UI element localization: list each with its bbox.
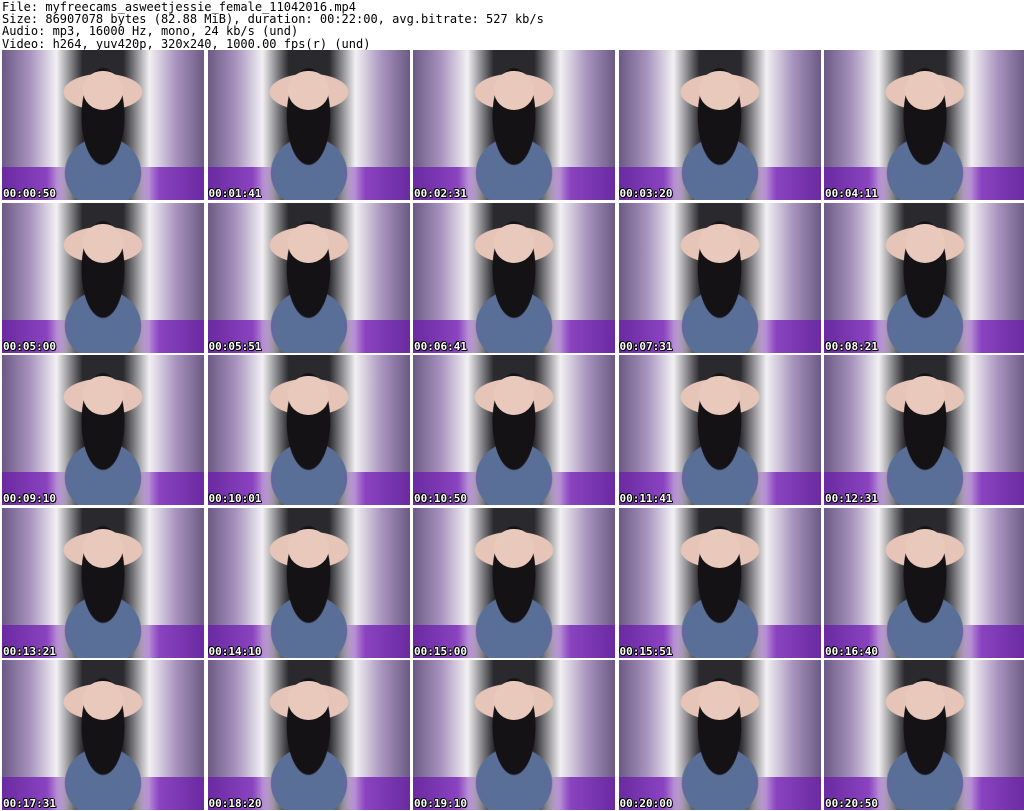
timestamp-label: 00:07:31: [619, 339, 673, 353]
frame-image: [493, 528, 535, 568]
timestamp-label: 00:20:50: [825, 797, 878, 810]
frame-image: [288, 528, 329, 568]
thumbnail-frame[interactable]: 00:17:31: [2, 660, 204, 810]
frame-image: [904, 376, 946, 415]
timestamp-label: 00:05:51: [208, 339, 262, 353]
thumbnail-frame[interactable]: 00:08:21: [824, 202, 1024, 353]
timestamp-label: 00:10:01: [208, 492, 262, 505]
frame-image: [288, 681, 329, 720]
timestamp-label: 00:19:10: [414, 797, 467, 810]
frame-image: [699, 71, 740, 110]
frame-image: [699, 528, 740, 568]
frame-image: [493, 376, 535, 415]
thumbnail-frame[interactable]: 00:01:41: [207, 50, 410, 200]
thumbnail-grid: 00:00:50 00:01:41 00:02:31 00:03:20 00:0…: [2, 50, 1024, 810]
thumbnail-frame[interactable]: 00:04:11: [824, 50, 1024, 200]
timestamp-label: 00:03:20: [619, 187, 673, 200]
audio-info-line: Audio: mp3, 16000 Hz, mono, 24 kb/s (und…: [2, 24, 299, 39]
thumbnail-frame[interactable]: 00:05:00: [2, 202, 204, 353]
thumbnail-frame[interactable]: 00:00:50: [2, 50, 204, 200]
timestamp-label: 00:10:50: [414, 492, 467, 505]
thumbnail-frame[interactable]: 00:15:51: [618, 507, 821, 658]
frame-image: [904, 528, 946, 568]
frame-image: [82, 223, 124, 263]
timestamp-label: 00:02:31: [414, 187, 467, 200]
timestamp-label: 00:20:00: [619, 797, 673, 810]
thumbnail-frame[interactable]: 00:14:10: [207, 507, 410, 658]
frame-image: [493, 681, 535, 720]
frame-image: [699, 681, 740, 720]
thumbnail-frame[interactable]: 00:03:20: [618, 50, 821, 200]
timestamp-label: 00:11:41: [619, 492, 673, 505]
thumbnail-frame[interactable]: 00:10:01: [207, 355, 410, 505]
timestamp-label: 00:00:50: [3, 187, 56, 200]
timestamp-label: 00:12:31: [825, 492, 878, 505]
thumbnail-frame[interactable]: 00:18:20: [207, 660, 410, 810]
frame-image: [699, 376, 740, 415]
thumbnail-frame[interactable]: 00:09:10: [2, 355, 204, 505]
frame-image: [82, 71, 124, 110]
thumbnail-frame[interactable]: 00:19:10: [413, 660, 615, 810]
frame-image: [288, 376, 329, 415]
thumbnail-frame[interactable]: 00:06:41: [413, 202, 615, 353]
video-info-line: Video: h264, yuv420p, 320x240, 1000.00 f…: [2, 36, 371, 51]
frame-image: [82, 528, 124, 568]
thumbnail-frame[interactable]: 00:15:00: [413, 507, 615, 658]
thumbnail-frame[interactable]: 00:07:31: [618, 202, 821, 353]
frame-image: [493, 71, 535, 110]
thumbnail-frame[interactable]: 00:20:00: [618, 660, 821, 810]
frame-image: [288, 71, 329, 110]
thumbnail-frame[interactable]: 00:13:21: [2, 507, 204, 658]
frame-image: [904, 681, 946, 720]
thumbnail-frame[interactable]: 00:20:50: [824, 660, 1024, 810]
timestamp-label: 00:13:21: [3, 644, 56, 658]
frame-image: [288, 223, 329, 263]
timestamp-label: 00:18:20: [208, 797, 262, 810]
timestamp-label: 00:15:51: [619, 644, 673, 658]
timestamp-label: 00:01:41: [208, 187, 262, 200]
timestamp-label: 00:16:40: [825, 644, 878, 658]
frame-image: [699, 223, 740, 263]
timestamp-label: 00:09:10: [3, 492, 56, 505]
timestamp-label: 00:17:31: [3, 797, 56, 810]
thumbnail-frame[interactable]: 00:05:51: [207, 202, 410, 353]
thumbnail-frame[interactable]: 00:10:50: [413, 355, 615, 505]
frame-image: [82, 681, 124, 720]
timestamp-label: 00:05:00: [3, 339, 56, 353]
thumbnail-frame[interactable]: 00:16:40: [824, 507, 1024, 658]
frame-image: [904, 223, 946, 263]
timestamp-label: 00:14:10: [208, 644, 262, 658]
timestamp-label: 00:06:41: [414, 339, 467, 353]
timestamp-label: 00:04:11: [825, 187, 878, 200]
frame-image: [82, 376, 124, 415]
timestamp-label: 00:15:00: [414, 644, 467, 658]
thumbnail-frame[interactable]: 00:11:41: [618, 355, 821, 505]
timestamp-label: 00:08:21: [825, 339, 878, 353]
frame-image: [904, 71, 946, 110]
file-info-header: File: myfreecams_asweetjessie_female_110…: [0, 0, 1024, 50]
thumbnail-frame[interactable]: 00:12:31: [824, 355, 1024, 505]
frame-image: [493, 223, 535, 263]
thumbnail-frame[interactable]: 00:02:31: [413, 50, 615, 200]
